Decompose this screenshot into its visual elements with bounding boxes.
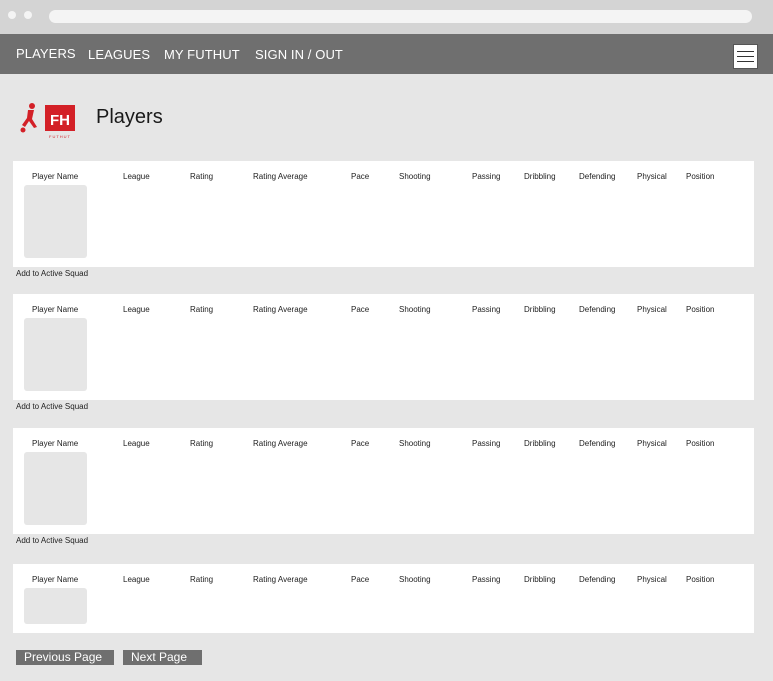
nav-link-sign-in-out[interactable]: SIGN IN / OUT: [255, 47, 343, 62]
player-photo-placeholder: [24, 185, 87, 258]
col-league-header: League: [123, 575, 150, 584]
player-card: Player Name League Rating Rating Average Pac…: [13, 161, 754, 267]
col-passing-header: Passing: [472, 305, 501, 314]
col-shooting-header: Shooting: [399, 172, 431, 181]
col-physical-header: Physical: [637, 575, 667, 584]
hamburger-icon[interactable]: [733, 44, 758, 69]
address-bar[interactable]: [49, 10, 752, 23]
col-league-header: League: [123, 172, 150, 181]
col-physical-header: Physical: [637, 305, 667, 314]
col-rating-average-header: Rating Average: [253, 439, 308, 448]
col-rating-header: Rating: [190, 575, 214, 584]
window-control-dot[interactable]: [24, 11, 32, 19]
col-pace-header: Pace: [351, 575, 370, 584]
col-dribbling-header: Dribbling: [524, 305, 556, 314]
add-to-active-squad-link[interactable]: Add to Active Squad: [16, 536, 88, 545]
futhut-logo[interactable]: FH FUTHUT: [16, 100, 76, 140]
col-physical-header: Physical: [637, 172, 667, 181]
add-to-active-squad-link[interactable]: Add to Active Squad: [16, 269, 88, 278]
col-defending-header: Defending: [579, 172, 616, 181]
col-passing-header: Passing: [472, 575, 501, 584]
col-rating-header: Rating: [190, 305, 214, 314]
col-physical-header: Physical: [637, 439, 667, 448]
col-shooting-header: Shooting: [399, 575, 431, 584]
col-position-header: Position: [686, 305, 715, 314]
player-photo-placeholder: [24, 588, 87, 624]
col-player-name-header: Player Name: [32, 172, 79, 181]
svg-text:FUTHUT: FUTHUT: [49, 134, 71, 139]
player-photo-placeholder: [24, 452, 87, 525]
col-defending-header: Defending: [579, 305, 616, 314]
nav-link-players[interactable]: PLAYERS: [16, 46, 76, 61]
svg-text:FH: FH: [50, 112, 70, 129]
col-dribbling-header: Dribbling: [524, 439, 556, 448]
col-pace-header: Pace: [351, 172, 370, 181]
browser-chrome: [0, 0, 773, 34]
player-card: Player Name League Rating Rating Average Pac…: [13, 428, 754, 534]
col-pace-header: Pace: [351, 305, 370, 314]
col-defending-header: Defending: [579, 575, 616, 584]
col-league-header: League: [123, 439, 150, 448]
col-shooting-header: Shooting: [399, 439, 431, 448]
previous-page-button[interactable]: Previous Page: [16, 650, 114, 665]
nav-link-leagues[interactable]: LEAGUES: [88, 47, 150, 62]
player-card: Player Name League Rating Rating Average Pac…: [13, 564, 754, 633]
top-nav: PLAYERS LEAGUES MY FUTHUT SIGN IN / OUT: [0, 34, 773, 74]
col-rating-average-header: Rating Average: [253, 172, 308, 181]
page-title: Players: [96, 106, 163, 128]
col-position-header: Position: [686, 172, 715, 181]
nav-link-my-futhut[interactable]: MY FUTHUT: [164, 47, 240, 62]
add-to-active-squad-link[interactable]: Add to Active Squad: [16, 402, 88, 411]
col-shooting-header: Shooting: [399, 305, 431, 314]
col-pace-header: Pace: [351, 439, 370, 448]
col-rating-average-header: Rating Average: [253, 305, 308, 314]
col-position-header: Position: [686, 575, 715, 584]
col-rating-average-header: Rating Average: [253, 575, 308, 584]
col-player-name-header: Player Name: [32, 575, 79, 584]
col-dribbling-header: Dribbling: [524, 575, 556, 584]
col-player-name-header: Player Name: [32, 305, 79, 314]
col-player-name-header: Player Name: [32, 439, 79, 448]
col-league-header: League: [123, 305, 150, 314]
col-dribbling-header: Dribbling: [524, 172, 556, 181]
col-rating-header: Rating: [190, 172, 214, 181]
col-defending-header: Defending: [579, 439, 616, 448]
col-position-header: Position: [686, 439, 715, 448]
col-passing-header: Passing: [472, 172, 501, 181]
window-control-dot[interactable]: [8, 11, 16, 19]
col-passing-header: Passing: [472, 439, 501, 448]
player-photo-placeholder: [24, 318, 87, 391]
next-page-button[interactable]: Next Page: [123, 650, 202, 665]
col-rating-header: Rating: [190, 439, 214, 448]
player-card: Player Name League Rating Rating Average Pac…: [13, 294, 754, 400]
